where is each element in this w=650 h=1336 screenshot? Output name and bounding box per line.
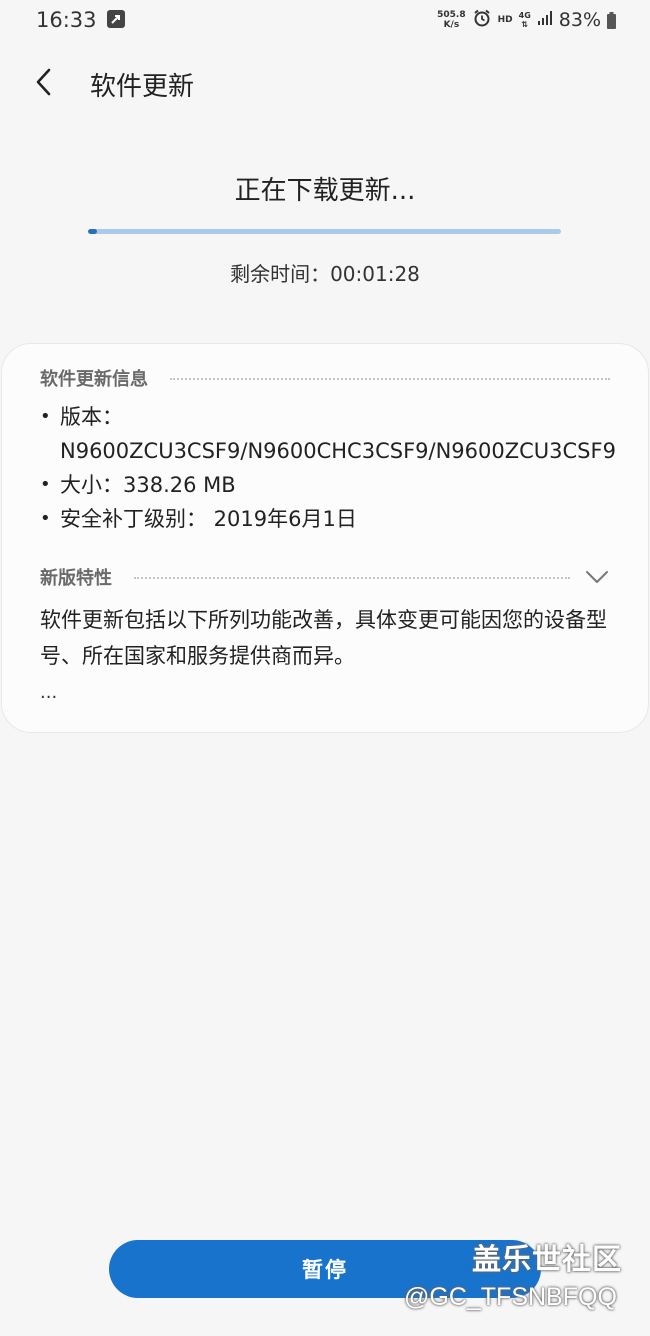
list-item: • 安全补丁级别： 2019年6月1日 [38, 502, 628, 536]
list-item: • 大小：338.26 MB [38, 468, 628, 502]
notification-icon [107, 10, 125, 28]
net-speed-unit: K/s [443, 20, 460, 30]
battery-icon [607, 11, 616, 29]
watermark-handle: @GC_TFSNBFQQ [404, 1283, 617, 1311]
bullet-icon: • [40, 508, 51, 529]
network-type: 4G ⇅ [519, 11, 531, 29]
list-item: • 版本：N9600ZCU3CSF9/N9600CHC3CSF9/N9600ZC… [38, 400, 628, 468]
bullet-icon: • [40, 406, 51, 427]
info-version: 版本：N9600ZCU3CSF9/N9600CHC3CSF9/N9600ZCU3… [60, 405, 616, 463]
chevron-left-icon [36, 68, 51, 96]
chevron-down-icon[interactable] [584, 564, 610, 590]
features-title: 新版特性 [40, 568, 112, 589]
network-type-label: 4G [518, 11, 531, 20]
back-button[interactable] [26, 64, 62, 100]
bullet-icon: • [40, 474, 51, 495]
page-title: 软件更新 [90, 72, 195, 102]
features-header[interactable]: 新版特性 [40, 564, 610, 590]
data-arrows-icon: ⇅ [521, 20, 529, 29]
download-status: 正在下载更新... [234, 176, 416, 206]
features-more: ... [40, 682, 58, 703]
battery-percent: 83% [558, 9, 601, 31]
status-right-group: 505.8 K/s HD 4G ⇅ 83% [437, 6, 616, 34]
net-speed: 505.8 K/s [437, 10, 465, 30]
download-progress-fill [88, 229, 98, 234]
update-info-header: 软件更新信息 [40, 365, 610, 391]
hd-badge: HD [497, 15, 513, 25]
info-size: 大小：338.26 MB [60, 473, 236, 497]
time-remaining: 剩余时间：00:01:28 [230, 262, 420, 286]
download-progress-bar [88, 229, 561, 234]
update-info-list: • 版本：N9600ZCU3CSF9/N9600CHC3CSF9/N9600ZC… [38, 400, 628, 536]
watermark-title: 盖乐世社区 [472, 1242, 623, 1276]
status-time: 16:33 [36, 8, 97, 32]
status-bar: 16:33 505.8 K/s HD 4G ⇅ 83% [0, 0, 650, 40]
section-divider [170, 378, 610, 380]
update-info-card: 软件更新信息 • 版本：N9600ZCU3CSF9/N9600CHC3CSF9/… [1, 343, 649, 733]
alarm-icon [472, 8, 492, 32]
features-description: 软件更新包括以下所列功能改善，具体变更可能因您的设备型号、所在国家和服务提供商而… [40, 608, 607, 668]
update-info-title: 软件更新信息 [40, 369, 148, 390]
info-security-patch: 安全补丁级别： 2019年6月1日 [60, 507, 357, 531]
section-divider [134, 577, 570, 579]
signal-icon [537, 10, 553, 30]
app-header: 软件更新 [0, 50, 650, 118]
net-speed-value: 505.8 [437, 10, 466, 20]
